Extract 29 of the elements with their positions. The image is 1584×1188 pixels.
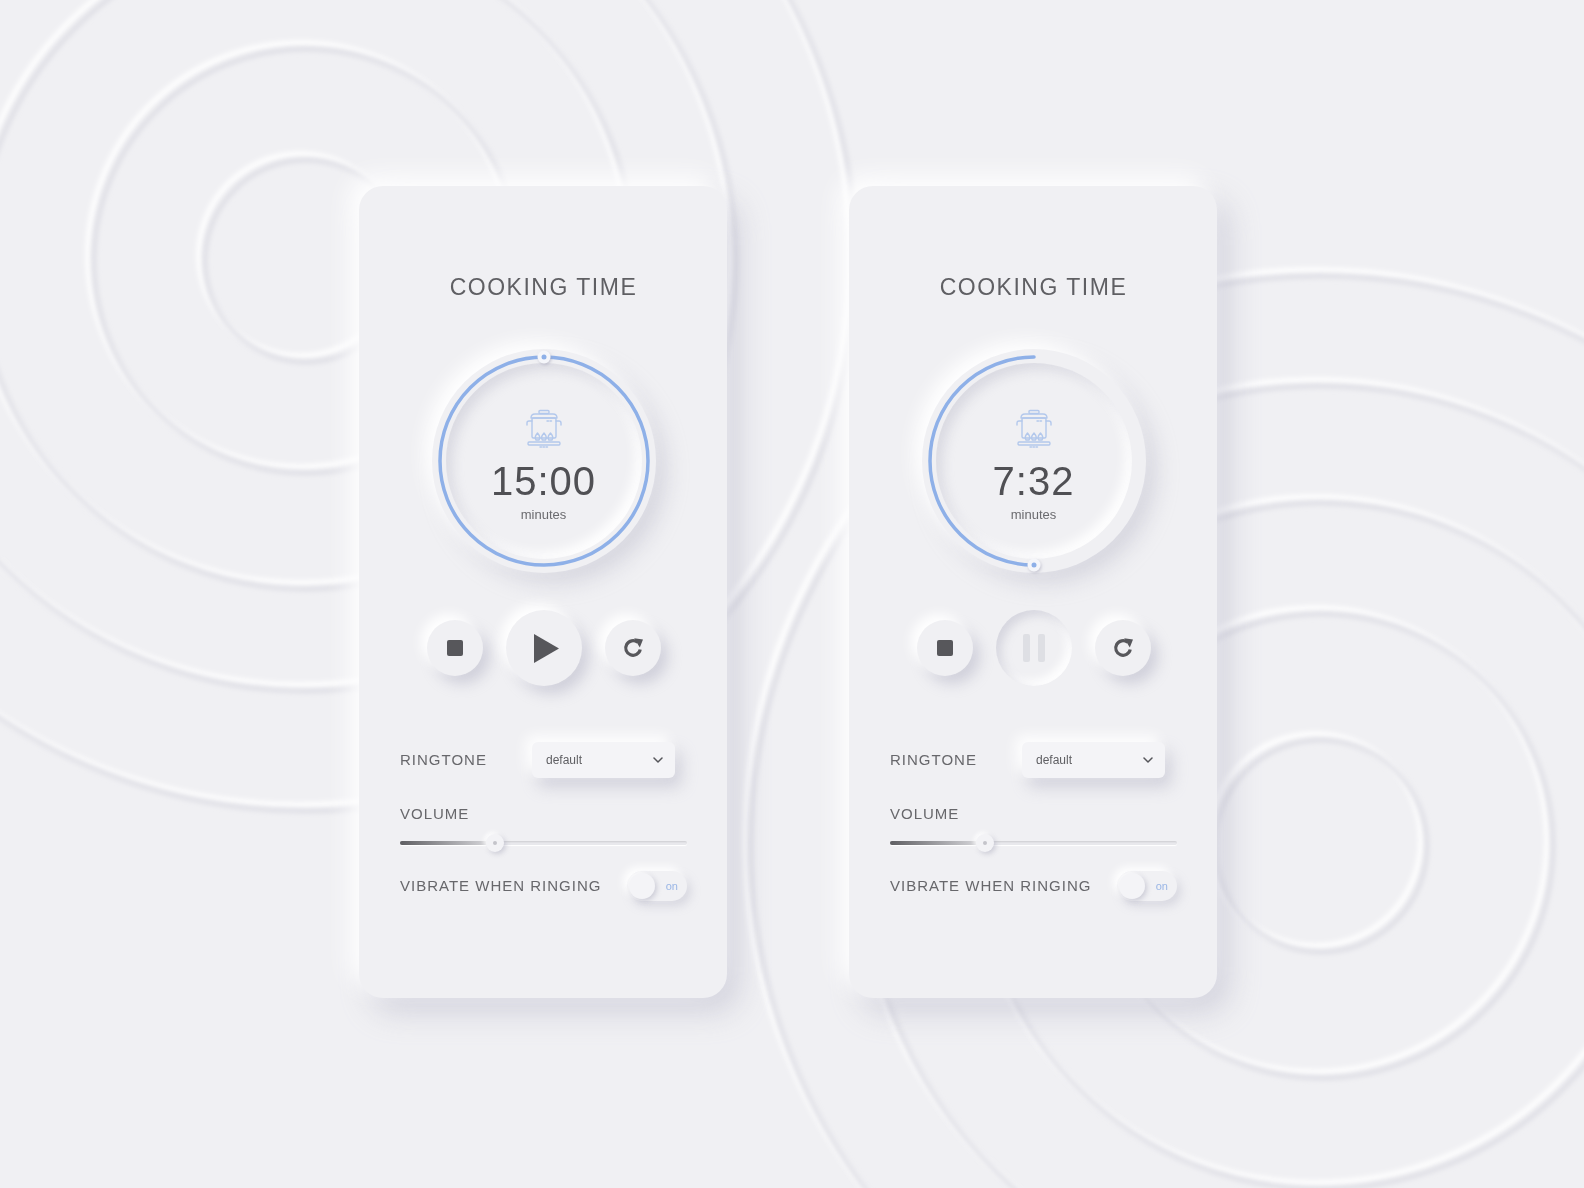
timer-value: 7:32 — [992, 459, 1075, 503]
dial-handle[interactable] — [1027, 558, 1040, 572]
cooking-pot-icon — [1013, 409, 1054, 449]
ringtone-dropdown[interactable]: default — [1022, 742, 1165, 778]
chevron-down-icon — [1143, 757, 1153, 763]
ringtone-dropdown[interactable]: default — [532, 742, 675, 778]
slider-handle[interactable] — [975, 834, 994, 852]
stop-icon — [446, 640, 463, 656]
setting-label: VOLUME — [400, 805, 470, 823]
chevron-down-icon — [653, 757, 663, 763]
dial-handle[interactable] — [537, 350, 550, 364]
setting-label: VIBRATE WHEN RINGING — [890, 877, 1092, 895]
circular-arrow-icon — [621, 637, 644, 659]
setting-label: RINGTONE — [890, 751, 977, 769]
setting-label: VIBRATE WHEN RINGING — [400, 877, 602, 895]
cooking-pot-icon — [523, 409, 564, 449]
toggle-knob — [1119, 873, 1145, 899]
setting-label: VOLUME — [890, 805, 960, 823]
card-title: COOKING TIME — [449, 273, 638, 302]
timer-unit: minutes — [1010, 507, 1057, 523]
setting-label: RINGTONE — [400, 751, 487, 769]
card-title: COOKING TIME — [939, 273, 1128, 302]
circular-arrow-icon — [1111, 637, 1134, 659]
timer-unit: minutes — [520, 507, 567, 523]
slider-handle[interactable] — [485, 834, 504, 852]
play-icon — [533, 633, 559, 663]
stop-icon — [936, 640, 953, 656]
toggle-knob — [629, 873, 655, 899]
timer-value: 15:00 — [490, 459, 597, 503]
